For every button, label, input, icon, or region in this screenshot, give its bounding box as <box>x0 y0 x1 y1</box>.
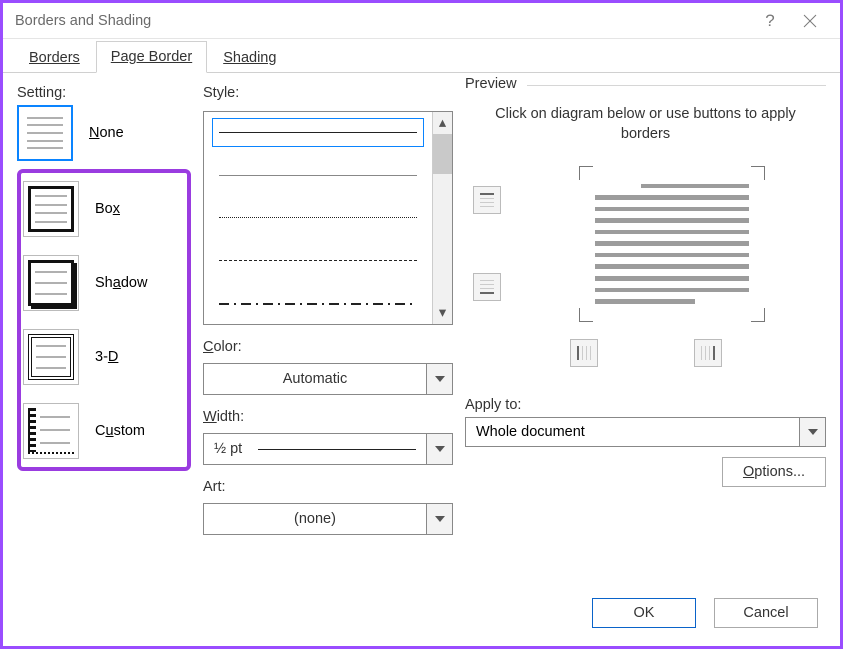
color-label: Color: <box>203 339 453 355</box>
scroll-up-icon[interactable]: ▴ <box>433 112 452 134</box>
tab-bar: Borders Page Border Shading <box>3 39 840 73</box>
setting-shadow-label: Shadow <box>95 275 147 291</box>
apply-to-value: Whole document <box>466 418 799 446</box>
width-preview-line <box>258 449 416 450</box>
color-dropdown[interactable]: Automatic <box>203 363 453 395</box>
apply-to-label: Apply to: <box>465 397 826 413</box>
titlebar: Borders and Shading ? <box>3 3 840 39</box>
style-option-dash-small[interactable] <box>212 204 424 233</box>
art-value: (none) <box>204 504 426 534</box>
style-option-dash-med[interactable] <box>212 246 424 275</box>
style-option-dashdot[interactable] <box>212 289 424 318</box>
setting-group-highlight: Box Shadow 3-D <box>17 169 191 471</box>
setting-none[interactable]: None <box>17 105 191 161</box>
style-label: Style: <box>203 85 453 101</box>
width-dropdown[interactable]: ½ pt <box>203 433 453 465</box>
apply-to-dropdown[interactable]: Whole document <box>465 417 826 447</box>
border-top-button[interactable] <box>473 186 501 214</box>
tab-shading[interactable]: Shading <box>209 43 290 73</box>
border-left-icon <box>576 345 592 361</box>
setting-none-thumb <box>17 105 73 161</box>
width-value: ½ pt <box>214 441 242 457</box>
setting-3d-label: 3-D <box>95 349 118 365</box>
style-listbox[interactable]: ▴ ▾ <box>203 111 453 325</box>
preview-hint: Click on diagram below or use buttons to… <box>485 104 806 145</box>
chevron-down-icon <box>426 504 452 534</box>
setting-custom-label: Custom <box>95 423 145 439</box>
border-right-button[interactable] <box>694 339 722 367</box>
setting-shadow[interactable]: Shadow <box>23 255 185 311</box>
art-label: Art: <box>203 479 453 495</box>
setting-box[interactable]: Box <box>23 181 185 237</box>
setting-3d-thumb <box>23 329 79 385</box>
style-option-solid[interactable] <box>212 118 424 147</box>
setting-box-thumb <box>23 181 79 237</box>
style-scrollbar[interactable]: ▴ ▾ <box>432 112 452 324</box>
chevron-down-icon <box>426 434 452 464</box>
setting-custom-thumb <box>23 403 79 459</box>
border-bottom-icon <box>479 279 495 295</box>
cancel-button[interactable]: Cancel <box>714 598 818 628</box>
setting-3d[interactable]: 3-D <box>23 329 185 385</box>
close-icon <box>803 14 817 28</box>
help-button[interactable]: ? <box>750 6 790 36</box>
ok-button[interactable]: OK <box>592 598 696 628</box>
border-right-icon <box>700 345 716 361</box>
color-value: Automatic <box>204 364 426 394</box>
width-label: Width: <box>203 409 453 425</box>
setting-box-label: Box <box>95 201 120 217</box>
options-button[interactable]: Options... <box>722 457 826 487</box>
setting-custom[interactable]: Custom <box>23 403 185 459</box>
preview-diagram[interactable] <box>517 157 826 331</box>
border-left-button[interactable] <box>570 339 598 367</box>
style-option-thin[interactable] <box>212 161 424 190</box>
close-button[interactable] <box>790 6 830 36</box>
tab-page-border[interactable]: Page Border <box>96 41 207 73</box>
dialog-title: Borders and Shading <box>15 13 750 29</box>
setting-label: Setting: <box>17 85 191 101</box>
scroll-down-icon[interactable]: ▾ <box>433 302 452 324</box>
art-dropdown[interactable]: (none) <box>203 503 453 535</box>
border-top-icon <box>479 192 495 208</box>
chevron-down-icon <box>426 364 452 394</box>
setting-shadow-thumb <box>23 255 79 311</box>
border-bottom-button[interactable] <box>473 273 501 301</box>
chevron-down-icon <box>799 418 825 446</box>
preview-label: Preview <box>465 76 527 92</box>
tab-borders[interactable]: Borders <box>15 43 94 73</box>
setting-none-label: None <box>89 125 124 141</box>
